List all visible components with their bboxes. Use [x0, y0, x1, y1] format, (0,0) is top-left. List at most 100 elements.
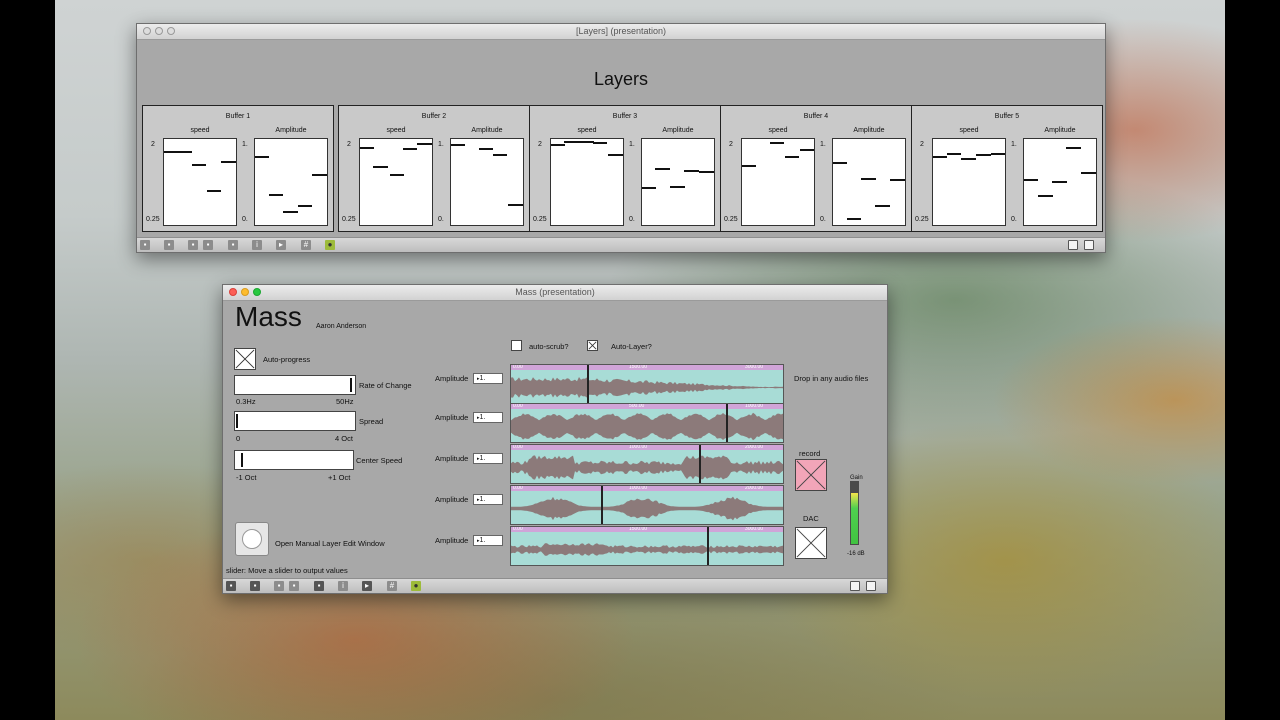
- minimize-button[interactable]: [241, 288, 249, 296]
- slider-value-mark[interactable]: [947, 153, 961, 155]
- auto-layer-checkbox[interactable]: [587, 340, 598, 351]
- speed-multislider[interactable]: [550, 138, 624, 226]
- amplitude-multislider[interactable]: [1023, 138, 1097, 226]
- slider-value-mark[interactable]: [1052, 181, 1067, 183]
- save-icon[interactable]: ▪: [228, 240, 238, 250]
- slider-value-mark[interactable]: [976, 154, 991, 156]
- lock-icon[interactable]: ▪: [140, 240, 150, 250]
- minimize-button[interactable]: [155, 27, 163, 35]
- playhead-marker[interactable]: [601, 486, 603, 524]
- slider-value-mark[interactable]: [800, 149, 814, 151]
- slider-value-mark[interactable]: [847, 218, 861, 220]
- zoom-button[interactable]: [253, 288, 261, 296]
- playhead-marker[interactable]: [707, 527, 709, 565]
- slider-value-mark[interactable]: [1024, 179, 1038, 181]
- rate-slider-knob[interactable]: [350, 378, 352, 392]
- close-button[interactable]: [143, 27, 151, 35]
- auto-scrub-checkbox[interactable]: [511, 340, 522, 351]
- amplitude-number-box[interactable]: ▸1.: [473, 535, 503, 546]
- slider-value-mark[interactable]: [785, 156, 799, 158]
- patch-view-icon[interactable]: [1068, 240, 1078, 250]
- speed-multislider[interactable]: [932, 138, 1006, 226]
- copy-icon[interactable]: ▪: [274, 581, 284, 591]
- slider-value-mark[interactable]: [508, 204, 523, 206]
- gain-meter[interactable]: [850, 481, 859, 545]
- slider-value-mark[interactable]: [875, 205, 890, 207]
- slider-value-mark[interactable]: [164, 151, 192, 153]
- step-icon[interactable]: ▸: [362, 581, 372, 591]
- slider-value-mark[interactable]: [255, 156, 269, 158]
- slider-value-mark[interactable]: [1038, 195, 1053, 197]
- slider-value-mark[interactable]: [451, 144, 465, 146]
- slider-value-mark[interactable]: [1081, 172, 1096, 174]
- slider-value-mark[interactable]: [1066, 147, 1081, 149]
- slider-value-mark[interactable]: [642, 187, 656, 189]
- slider-value-mark[interactable]: [312, 174, 327, 176]
- step-icon[interactable]: ▸: [276, 240, 286, 250]
- amplitude-multislider[interactable]: [450, 138, 524, 226]
- slider-value-mark[interactable]: [493, 154, 507, 156]
- slider-value-mark[interactable]: [283, 211, 298, 213]
- slider-value-mark[interactable]: [373, 166, 388, 168]
- zoom-button[interactable]: [167, 27, 175, 35]
- waveform-display[interactable]: 0.00 1500.00 3000.00: [510, 364, 784, 404]
- mass-titlebar[interactable]: Mass (presentation): [223, 285, 887, 301]
- waveform-display[interactable]: 0.00 500.00 1000.00: [510, 403, 784, 443]
- info-icon[interactable]: i: [338, 581, 348, 591]
- paste-icon[interactable]: ▪: [203, 240, 213, 250]
- rate-slider[interactable]: [234, 375, 356, 395]
- slider-value-mark[interactable]: [961, 158, 976, 160]
- slider-value-mark[interactable]: [742, 165, 756, 167]
- playhead-marker[interactable]: [699, 445, 701, 483]
- slider-value-mark[interactable]: [890, 179, 905, 181]
- edit-icon[interactable]: ▪: [250, 581, 260, 591]
- amplitude-multislider[interactable]: [832, 138, 906, 226]
- spread-slider[interactable]: [234, 411, 356, 431]
- slider-value-mark[interactable]: [861, 178, 876, 180]
- center-speed-slider-knob[interactable]: [241, 453, 243, 467]
- layers-titlebar[interactable]: [Layers] (presentation): [137, 24, 1105, 40]
- presentation-view-icon[interactable]: [1084, 240, 1094, 250]
- presentation-icon[interactable]: ●: [411, 581, 421, 591]
- save-icon[interactable]: ▪: [314, 581, 324, 591]
- presentation-view-icon[interactable]: [866, 581, 876, 591]
- playhead-marker[interactable]: [726, 404, 728, 442]
- record-button[interactable]: [795, 459, 827, 491]
- patch-view-icon[interactable]: [850, 581, 860, 591]
- speed-multislider[interactable]: [741, 138, 815, 226]
- amplitude-multislider[interactable]: [254, 138, 328, 226]
- amplitude-number-box[interactable]: ▸1.: [473, 453, 503, 464]
- playhead-marker[interactable]: [587, 365, 589, 403]
- open-manual-layer-button[interactable]: [235, 522, 269, 556]
- amplitude-number-box[interactable]: ▸1.: [473, 373, 503, 384]
- paste-icon[interactable]: ▪: [289, 581, 299, 591]
- edit-icon[interactable]: ▪: [164, 240, 174, 250]
- speed-multislider[interactable]: [163, 138, 237, 226]
- amplitude-number-box[interactable]: ▸1.: [473, 494, 503, 505]
- slider-value-mark[interactable]: [608, 154, 623, 156]
- lock-icon[interactable]: ▪: [226, 581, 236, 591]
- waveform-display[interactable]: 0.00 1000.00 2000.00: [510, 444, 784, 484]
- slider-value-mark[interactable]: [670, 186, 685, 188]
- grid-icon[interactable]: #: [387, 581, 397, 591]
- slider-value-mark[interactable]: [403, 148, 417, 150]
- slider-value-mark[interactable]: [699, 171, 714, 173]
- slider-value-mark[interactable]: [192, 164, 206, 166]
- dac-toggle[interactable]: [795, 527, 827, 559]
- waveform-display[interactable]: 0.00 1500.00 3000.00: [510, 526, 784, 566]
- slider-value-mark[interactable]: [298, 205, 312, 207]
- slider-value-mark[interactable]: [417, 143, 432, 145]
- auto-progress-toggle[interactable]: [234, 348, 256, 370]
- slider-value-mark[interactable]: [655, 168, 670, 170]
- presentation-icon[interactable]: ●: [325, 240, 335, 250]
- grid-icon[interactable]: #: [301, 240, 311, 250]
- slider-value-mark[interactable]: [479, 148, 493, 150]
- close-button[interactable]: [229, 288, 237, 296]
- slider-value-mark[interactable]: [551, 144, 565, 146]
- amplitude-number-box[interactable]: ▸1.: [473, 412, 503, 423]
- spread-slider-knob[interactable]: [236, 414, 238, 428]
- slider-value-mark[interactable]: [684, 170, 699, 172]
- slider-value-mark[interactable]: [564, 141, 594, 143]
- slider-value-mark[interactable]: [991, 153, 1005, 155]
- center-speed-slider[interactable]: [234, 450, 354, 470]
